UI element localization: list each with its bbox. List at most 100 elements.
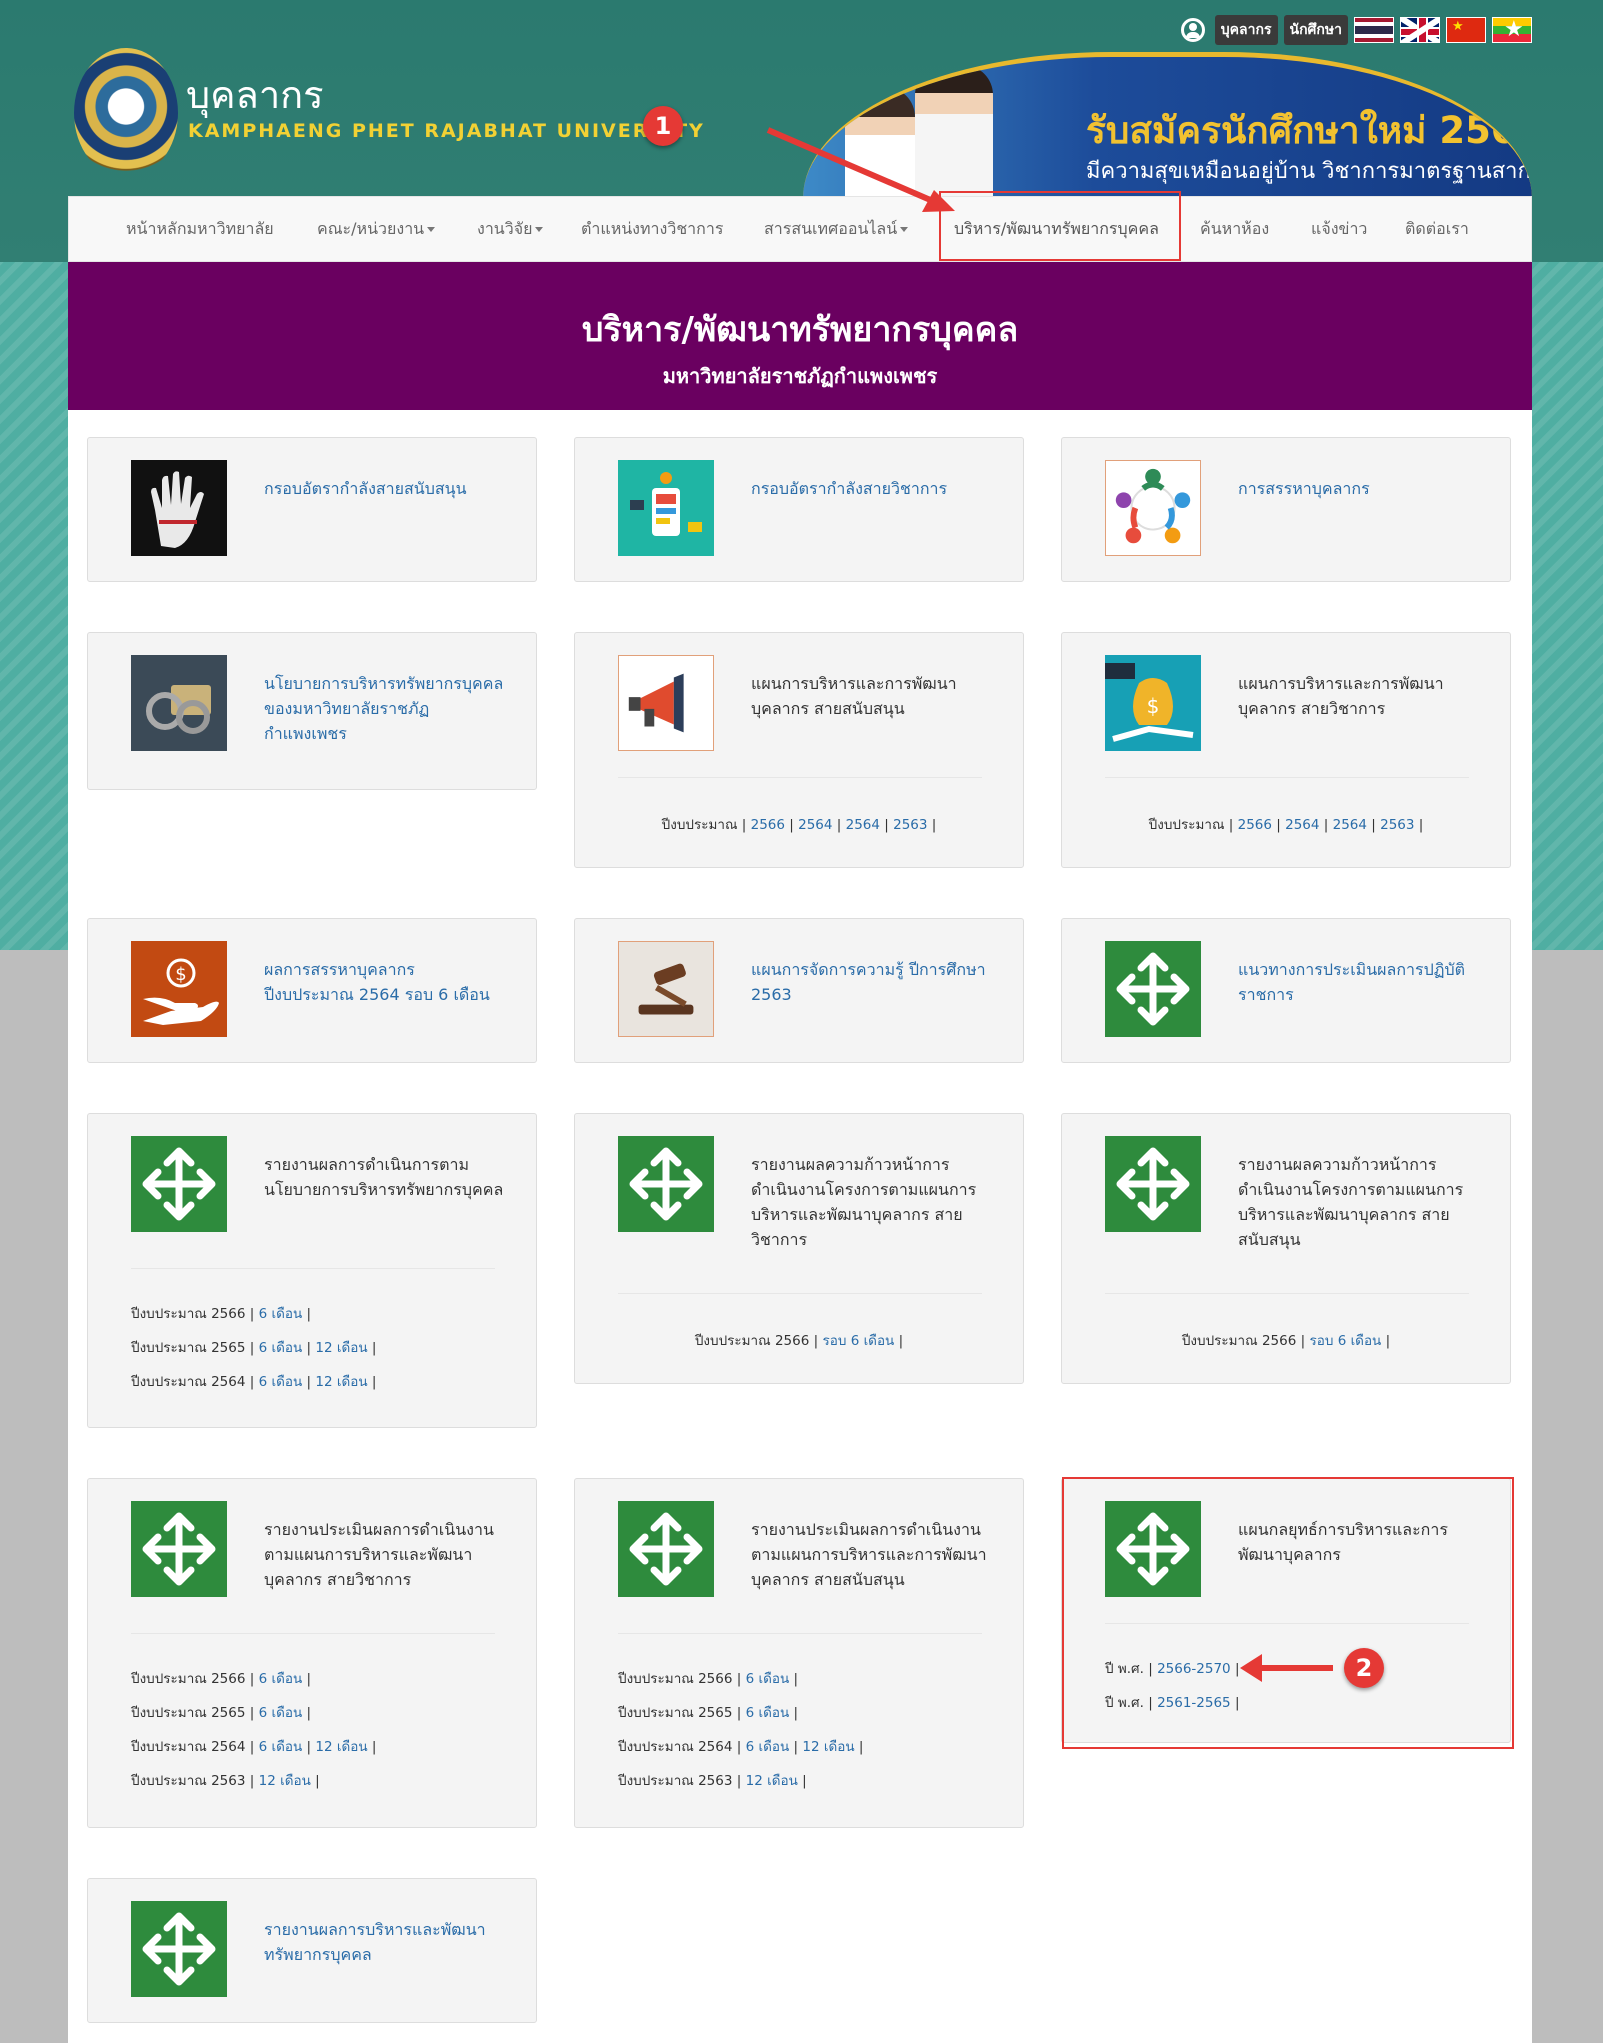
- caret-down-icon: [427, 227, 436, 232]
- card-support-dev-plan: แผนการบริหารและการพัฒนาบุคลากร สายสนับสน…: [574, 632, 1024, 868]
- svg-text:$: $: [175, 964, 186, 985]
- period-link[interactable]: รอบ 6 เดือน: [1309, 1333, 1381, 1349]
- card-title-link[interactable]: แนวทางการประเมินผลการปฏิบัติราชการ: [1238, 957, 1478, 1007]
- year-link[interactable]: 2564: [846, 817, 880, 833]
- nav-contact[interactable]: ติดต่อเรา: [1405, 197, 1469, 261]
- team-circle-icon[interactable]: [1105, 460, 1201, 556]
- handcuffs-money-icon[interactable]: [131, 655, 227, 751]
- move-arrows-icon[interactable]: [1105, 941, 1201, 1037]
- budget-year-links: ปีงบประมาณ | 2566 | 2564 | 2564 | 2563 |: [1148, 817, 1424, 833]
- card-title-link[interactable]: แผนการจัดการความรู้ ปีการศึกษา 2563: [751, 957, 991, 1007]
- budget-year-row: ปีงบประมาณ 2565 | 6 เดือน |: [618, 1705, 799, 1721]
- card-title-link[interactable]: นโยบายการบริหารทรัพยากรบุคคลของมหาวิทยาล…: [264, 671, 504, 746]
- year-link[interactable]: 2566: [751, 817, 785, 833]
- meta-label: ปีงบประมาณ 2564: [131, 1374, 246, 1390]
- student-link[interactable]: นักศึกษา: [1283, 15, 1348, 45]
- annotation-step-1: 1: [643, 106, 683, 146]
- hand-coin-icon[interactable]: $: [131, 941, 227, 1037]
- move-arrows-icon[interactable]: [131, 1136, 227, 1232]
- card-title: แผนการบริหารและการพัฒนาบุคลากร สายสนับสน…: [751, 674, 957, 718]
- period-link[interactable]: 12 เดือน: [802, 1739, 854, 1755]
- nav-label: ตำแหน่งทางวิชาการ: [581, 219, 724, 238]
- meta-label: ปีงบประมาณ: [1148, 817, 1225, 833]
- move-arrows-icon[interactable]: [618, 1501, 714, 1597]
- period-link[interactable]: 6 เดือน: [259, 1671, 303, 1687]
- card-title-link[interactable]: การสรรหาบุคลากร: [1238, 476, 1478, 501]
- budget-year-row: ปีงบประมาณ 2564 | 6 เดือน | 12 เดือน |: [131, 1739, 377, 1755]
- year-link[interactable]: 2563: [1380, 817, 1414, 833]
- nav-news[interactable]: แจ้งข่าว: [1311, 197, 1367, 261]
- move-arrows-icon[interactable]: [618, 1136, 714, 1232]
- nav-online-info[interactable]: สารสนเทศออนไลน์: [764, 197, 909, 261]
- card-recruitment: การสรรหาบุคลากร: [1061, 437, 1511, 582]
- meta-label: ปีงบประมาณ 2566: [1181, 1333, 1297, 1349]
- caret-down-icon: [900, 227, 909, 232]
- hand-icon[interactable]: [131, 460, 227, 556]
- thai-flag-icon[interactable]: [1354, 17, 1394, 43]
- card-title: รายงานประเมินผลการดำเนินงานตามแผนการบริห…: [751, 1520, 987, 1589]
- year-link[interactable]: 2564: [1285, 817, 1319, 833]
- period-link[interactable]: 6 เดือน: [746, 1671, 790, 1687]
- budget-year-row: ปีงบประมาณ 2566 | รอบ 6 เดือน |: [694, 1333, 904, 1349]
- gavel-icon[interactable]: [618, 941, 714, 1037]
- mobile-marketing-icon[interactable]: [618, 460, 714, 556]
- logo-subtitle: KAMPHAENG PHET RAJABHAT UNIVERSITY: [188, 120, 705, 142]
- period-link[interactable]: 12 เดือน: [259, 1773, 311, 1789]
- period-link[interactable]: 12 เดือน: [315, 1340, 367, 1356]
- move-arrows-glyph: [1116, 952, 1190, 1026]
- divider: [131, 1633, 495, 1634]
- user-icon[interactable]: [1180, 18, 1205, 42]
- card-title-link[interactable]: ผลการสรรหาบุคลากร ปีงบประมาณ 2564 รอบ 6 …: [264, 957, 504, 1007]
- divider: [1105, 1293, 1469, 1294]
- budget-year-row: ปีงบประมาณ 2565 | 6 เดือน | 12 เดือน |: [131, 1340, 377, 1356]
- nav-research[interactable]: งานวิจัย: [477, 197, 544, 261]
- period-link[interactable]: 6 เดือน: [746, 1739, 790, 1755]
- budget-year-row: ปีงบประมาณ 2563 | 12 เดือน |: [131, 1773, 320, 1789]
- budget-year-row: ปีงบประมาณ 2564 | 6 เดือน | 12 เดือน |: [131, 1374, 377, 1390]
- card-title-link[interactable]: รายงานผลการบริหารและพัฒนาทรัพยากรบุคคล: [264, 1917, 504, 1967]
- china-flag-icon[interactable]: ★: [1446, 17, 1486, 43]
- nav-university-home[interactable]: หน้าหลักมหาวิทยาลัย: [126, 197, 274, 261]
- move-arrows-icon[interactable]: [1105, 1136, 1201, 1232]
- meta-label: ปีงบประมาณ 2565: [618, 1705, 733, 1721]
- year-link[interactable]: 2563: [893, 817, 927, 833]
- myanmar-flag-icon[interactable]: ★: [1492, 17, 1532, 43]
- card-performance-guidelines: แนวทางการประเมินผลการปฏิบัติราชการ: [1061, 918, 1511, 1063]
- card-recruitment-results: $ ผลการสรรหาบุคลากร ปีงบประมาณ 2564 รอบ …: [87, 918, 537, 1063]
- year-link[interactable]: 2564: [1333, 817, 1367, 833]
- card-title: รายงานผลความก้าวหน้าการดำเนินงานโครงการต…: [1238, 1155, 1464, 1249]
- card-support-staff-framework: กรอบอัตรากำลังสายสนับสนุน: [87, 437, 537, 582]
- period-link[interactable]: 12 เดือน: [315, 1739, 367, 1755]
- year-link[interactable]: 2566: [1238, 817, 1272, 833]
- period-link[interactable]: 6 เดือน: [259, 1705, 303, 1721]
- university-logo[interactable]: [74, 48, 178, 178]
- period-link[interactable]: 6 เดือน: [259, 1739, 303, 1755]
- nav-faculty[interactable]: คณะ/หน่วยงาน: [317, 197, 436, 261]
- period-link[interactable]: 6 เดือน: [746, 1705, 790, 1721]
- page-hero: บริหาร/พัฒนาทรัพยากรบุคคล มหาวิทยาลัยราช…: [68, 262, 1532, 410]
- year-link[interactable]: 2564: [798, 817, 832, 833]
- budget-year-row: ปีงบประมาณ 2566 | 6 เดือน |: [131, 1306, 312, 1322]
- meta-label: ปีงบประมาณ 2564: [618, 1739, 733, 1755]
- period-link[interactable]: 6 เดือน: [259, 1374, 303, 1390]
- annotation-highlight-box: [1062, 1477, 1514, 1749]
- megaphone-icon[interactable]: [618, 655, 714, 751]
- divider: [1105, 777, 1469, 778]
- period-link[interactable]: 12 เดือน: [315, 1374, 367, 1390]
- annotation-highlight-box: [939, 191, 1181, 261]
- period-link[interactable]: รอบ 6 เดือน: [822, 1333, 894, 1349]
- card-hr-management-report: รายงานผลการบริหารและพัฒนาทรัพยากรบุคคล: [87, 1878, 537, 2023]
- period-link[interactable]: 12 เดือน: [746, 1773, 798, 1789]
- card-academic-progress-report: รายงานผลความก้าวหน้าการดำเนินงานโครงการต…: [574, 1113, 1024, 1384]
- move-arrows-icon[interactable]: [131, 1501, 227, 1597]
- nav-room-search[interactable]: ค้นหาห้อง: [1200, 197, 1269, 261]
- card-title-link[interactable]: กรอบอัตรากำลังสายวิชาการ: [751, 476, 991, 501]
- nav-academic-position[interactable]: ตำแหน่งทางวิชาการ: [581, 197, 723, 261]
- card-title-link[interactable]: กรอบอัตรากำลังสายสนับสนุน: [264, 476, 504, 501]
- period-link[interactable]: 6 เดือน: [259, 1340, 303, 1356]
- uk-flag-icon[interactable]: [1400, 17, 1440, 43]
- staff-link[interactable]: บุคลากร: [1214, 15, 1278, 45]
- move-arrows-icon[interactable]: [131, 1901, 227, 1997]
- period-link[interactable]: 6 เดือน: [259, 1306, 303, 1322]
- money-bag-icon[interactable]: $: [1105, 655, 1201, 751]
